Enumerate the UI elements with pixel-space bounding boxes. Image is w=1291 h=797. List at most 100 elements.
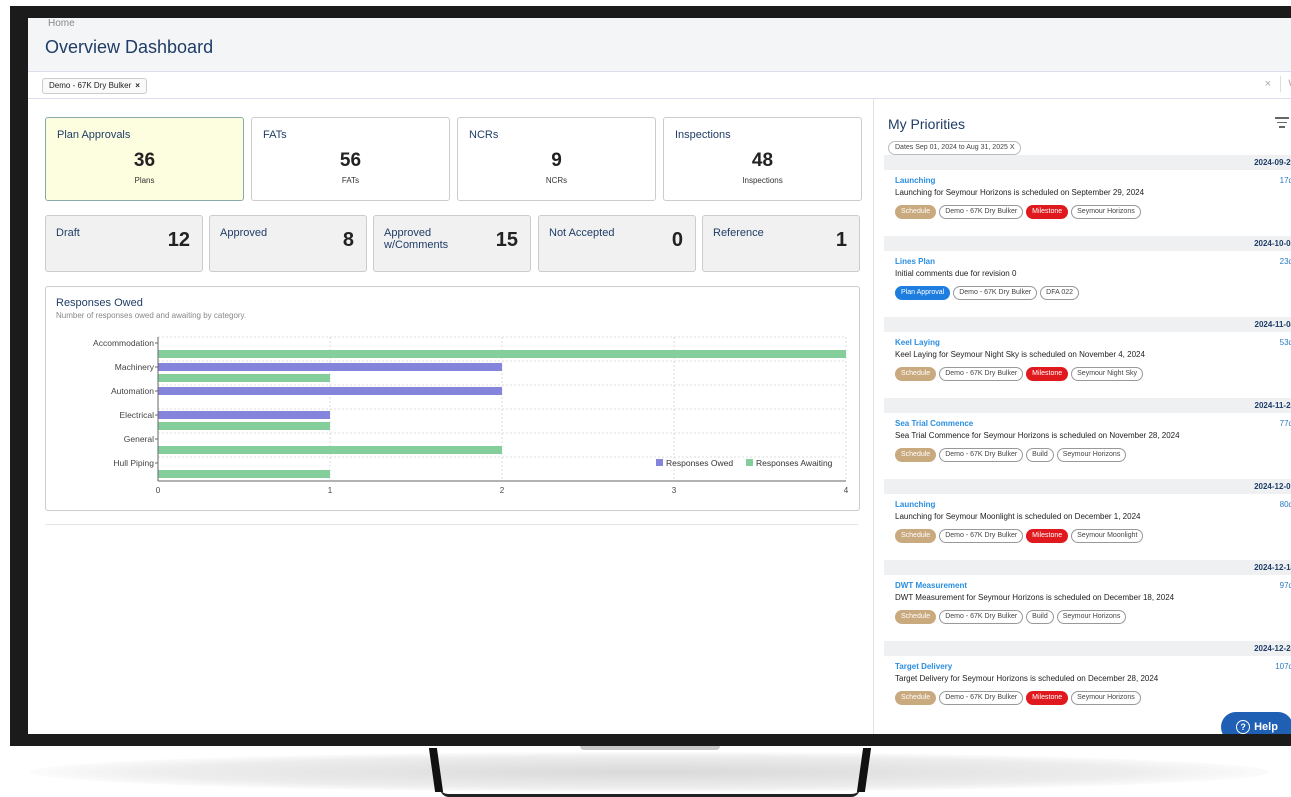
tag-schedule[interactable]: Schedule — [895, 529, 937, 543]
chevron-down-icon[interactable]: ∨ — [1287, 76, 1291, 89]
help-icon: ? — [1236, 720, 1251, 734]
tag-plain[interactable]: Seymour Horizons — [1071, 691, 1141, 705]
tag-plain[interactable]: Build — [1026, 448, 1054, 462]
tv-stand — [420, 742, 880, 797]
tag-schedule[interactable]: Schedule — [895, 205, 937, 219]
card-inspections[interactable]: Inspections 48 Inspections — [663, 117, 862, 201]
priority-item-days: 77d — [1279, 419, 1291, 428]
tag-schedule[interactable]: Schedule — [895, 691, 937, 705]
date-range-chip[interactable]: Dates Sep 01, 2024 to Aug 31, 2025 X — [888, 141, 1022, 155]
card-subtitle: Inspections — [742, 176, 783, 185]
clear-icon[interactable]: × — [1265, 78, 1271, 90]
tag-plain[interactable]: Demo - 67K Dry Bulker — [939, 529, 1024, 543]
priority-item-title[interactable]: Launching — [895, 500, 935, 509]
x-tick-label: 4 — [844, 486, 849, 495]
app-screen: Home Overview Dashboard Demo - 67K Dry B… — [28, 18, 1291, 734]
tag-milestone[interactable]: Milestone — [1026, 205, 1069, 219]
priority-item-title[interactable]: Lines Plan — [895, 257, 935, 266]
stat-value: 8 — [342, 229, 354, 251]
help-button[interactable]: ? Help — [1221, 712, 1291, 734]
card-value: 56 — [339, 150, 362, 171]
tag-schedule[interactable]: Schedule — [895, 367, 937, 381]
tag-milestone[interactable]: Milestone — [1026, 529, 1069, 543]
tag-plain[interactable]: Demo - 67K Dry Bulker — [939, 691, 1024, 705]
priority-item-description: Launching for Seymour Moonlight is sched… — [895, 512, 1141, 521]
priority-item-title[interactable]: Target Delivery — [895, 662, 952, 671]
tag-schedule[interactable]: Schedule — [895, 610, 937, 624]
priority-date-header: 2024-11-04 — [884, 317, 1291, 332]
tag-plain[interactable]: Demo - 67K Dry Bulker — [939, 205, 1024, 219]
tv-stand-leg-left — [428, 748, 444, 792]
priority-item-tags: Schedule Demo - 67K Dry Bulker Milestone Se… — [895, 367, 1144, 381]
section-divider — [45, 524, 858, 525]
priorities-panel: My Priorities Dates Sep 01, 2024 to Aug … — [874, 99, 1291, 734]
responses-owed-chart: 0 1 2 3 4 Accommodation Machinery Automation Ele… — [93, 336, 849, 495]
breadcrumb[interactable]: Home — [48, 18, 75, 29]
tag-plain[interactable]: Demo - 67K Dry Bulker — [939, 610, 1024, 624]
card-value: 48 — [751, 150, 774, 171]
priorities-feed: 2024-09-29 Launching 17d Launching for Seym… — [884, 155, 1291, 722]
priority-item-tags: Schedule Demo - 67K Dry Bulker Build Seymou… — [895, 448, 1127, 462]
priority-item[interactable]: DWT Measurement 97d DWT Measurement for Se… — [884, 575, 1291, 641]
stat-approved-with-comments[interactable]: Approved w/Comments 15 — [373, 215, 531, 272]
tag-plain[interactable]: Build — [1026, 610, 1054, 624]
card-plan-approvals[interactable]: Plan Approvals 36 Plans — [45, 117, 244, 201]
stat-approved[interactable]: Approved 8 — [209, 215, 367, 272]
tag-plan[interactable]: Plan Approval — [895, 286, 951, 300]
close-icon[interactable]: × — [135, 81, 140, 90]
tag-plain[interactable]: Seymour Horizons — [1071, 205, 1141, 219]
category-label: Automation — [111, 386, 154, 396]
priority-item-title[interactable]: Launching — [895, 176, 935, 185]
card-subtitle: NCRs — [545, 176, 568, 185]
card-value: 9 — [551, 150, 562, 171]
stat-label: Not Accepted — [549, 227, 615, 239]
priority-item-description: Initial comments due for revision 0 — [895, 269, 1017, 278]
priority-item-title[interactable]: Keel Laying — [895, 338, 940, 347]
tag-plain[interactable]: Demo - 67K Dry Bulker — [953, 286, 1038, 300]
bar-responses-owed — [158, 411, 330, 419]
priority-item[interactable]: Launching 80d Launching for Seymour Moonli… — [884, 494, 1291, 560]
dashboard-main: Plan Approvals 36 Plans FATs 56 FATs NCR… — [28, 99, 874, 734]
tag-plain[interactable]: Seymour Night Sky — [1071, 367, 1144, 381]
priority-item[interactable]: Keel Laying 53d Keel Laying for Seymour Ni… — [884, 332, 1291, 398]
priority-item-title[interactable]: DWT Measurement — [895, 581, 967, 590]
filter-icon[interactable] — [1275, 117, 1289, 129]
priority-date-header: 2024-11-28 — [884, 398, 1291, 413]
card-fats[interactable]: FATs 56 FATs — [251, 117, 450, 201]
priority-item[interactable]: Lines Plan 23d Initial comments due for re… — [884, 251, 1291, 317]
tag-plain[interactable]: DFA 022 — [1040, 286, 1080, 300]
page-title: Overview Dashboard — [45, 37, 214, 57]
tag-plain[interactable]: Demo - 67K Dry Bulker — [939, 367, 1024, 381]
priority-item-title[interactable]: Sea Trial Commence — [895, 419, 973, 428]
priority-item-description: Target Delivery for Seymour Horizons is … — [895, 674, 1159, 683]
priority-item[interactable]: Launching 17d Launching for Seymour Horizo… — [884, 170, 1291, 236]
priority-item-days: 80d — [1279, 500, 1291, 509]
card-value: 36 — [133, 150, 156, 171]
tag-plain[interactable]: Demo - 67K Dry Bulker — [939, 448, 1024, 462]
card-ncrs[interactable]: NCRs 9 NCRs — [457, 117, 656, 201]
tag-plain[interactable]: Seymour Horizons — [1056, 610, 1127, 624]
tv-stand-leg-right — [856, 748, 872, 792]
stat-reference[interactable]: Reference 1 — [702, 215, 860, 272]
bar-responses-awaiting — [158, 470, 330, 478]
stat-value: 12 — [167, 229, 190, 251]
tag-milestone[interactable]: Milestone — [1026, 367, 1069, 381]
x-tick-label: 3 — [672, 486, 677, 495]
category-label: General — [124, 434, 154, 444]
priority-item-tags: Schedule Demo - 67K Dry Bulker Build Seymou… — [895, 610, 1127, 624]
help-label: Help — [1254, 721, 1278, 733]
project-filter-chip[interactable]: Demo - 67K Dry Bulker × — [42, 78, 147, 94]
stat-draft[interactable]: Draft 12 — [45, 215, 203, 272]
tag-schedule[interactable]: Schedule — [895, 448, 937, 462]
tag-plain[interactable]: Seymour Moonlight — [1071, 529, 1144, 543]
card-subtitle: FATs — [341, 176, 360, 185]
priority-item-tags: Plan Approval Demo - 67K Dry Bulker DFA 02… — [895, 286, 1080, 300]
priorities-title: My Priorities — [888, 116, 966, 132]
priority-item[interactable]: Sea Trial Commence 77d Sea Trial Commence … — [884, 413, 1291, 479]
tag-milestone[interactable]: Milestone — [1026, 691, 1069, 705]
stat-not-accepted[interactable]: Not Accepted 0 — [538, 215, 696, 272]
project-filter-bar[interactable]: Demo - 67K Dry Bulker × × ∨ — [28, 71, 1291, 99]
tag-plain[interactable]: Seymour Horizons — [1056, 448, 1127, 462]
bar-responses-owed — [158, 387, 502, 395]
filter-separator — [1280, 76, 1281, 92]
